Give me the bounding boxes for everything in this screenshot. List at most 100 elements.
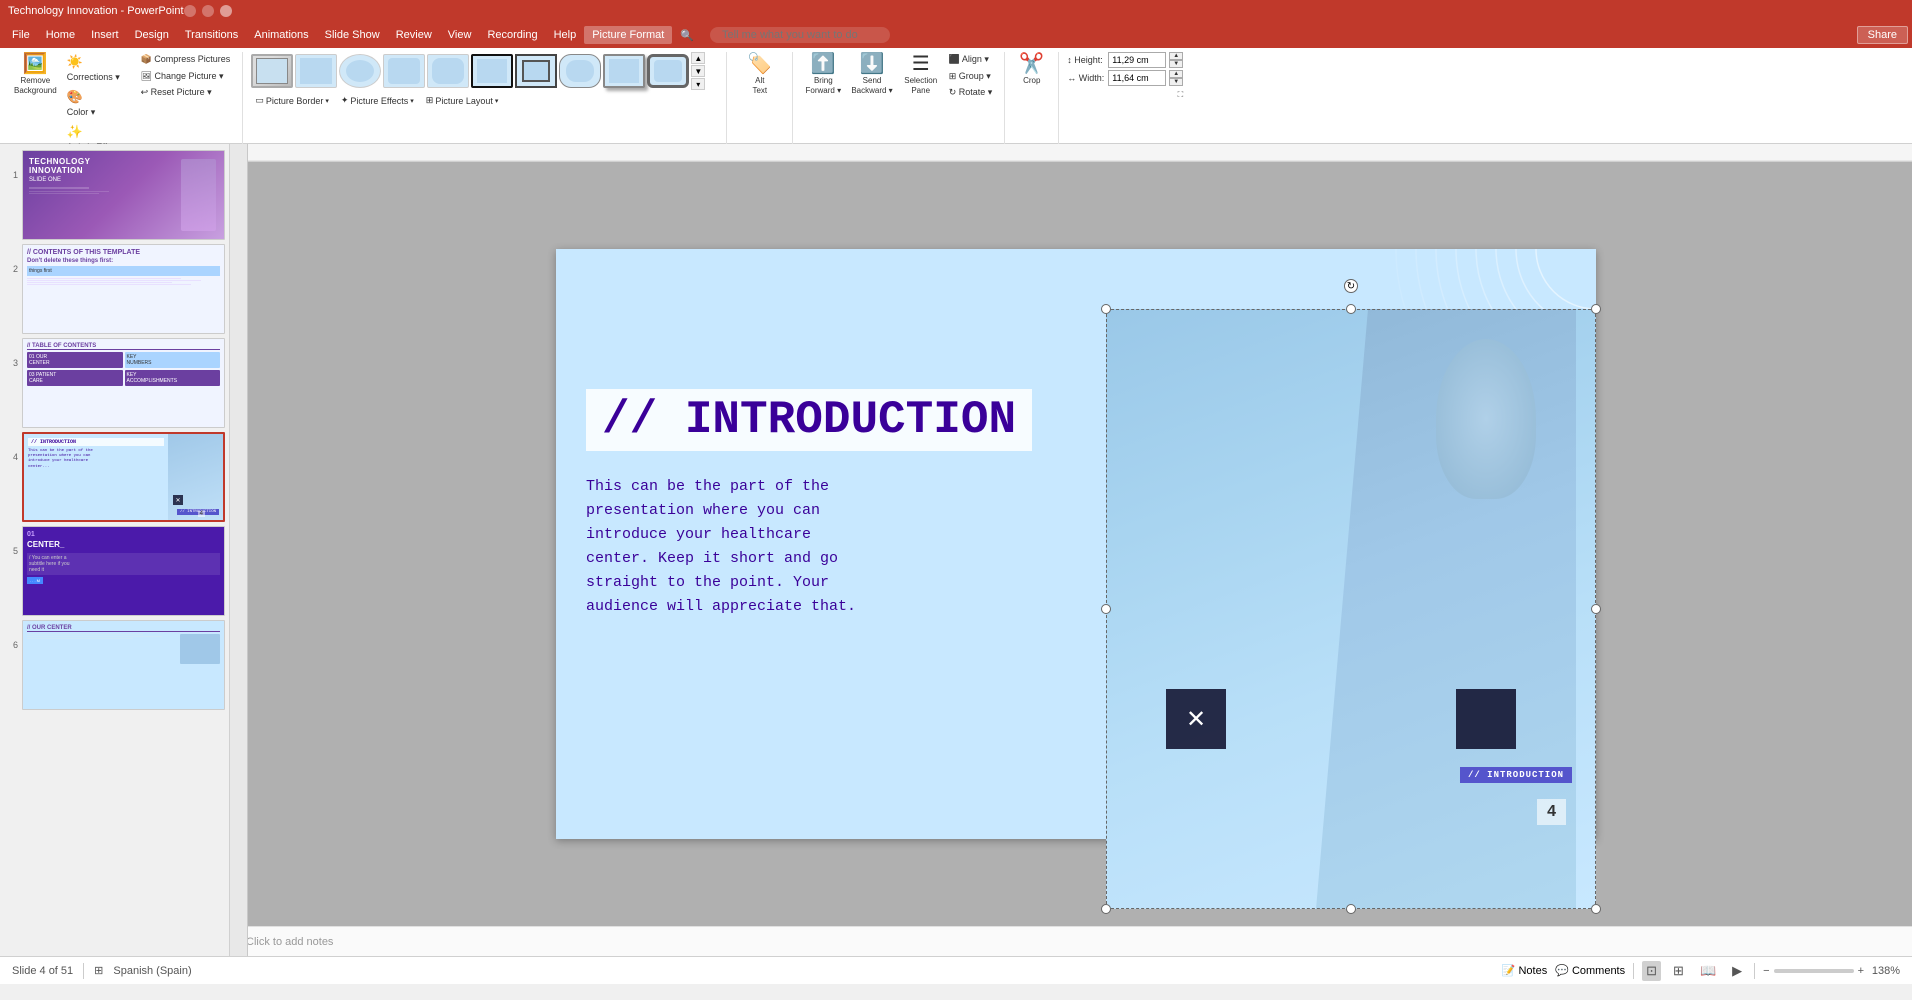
search-input[interactable]: [710, 27, 890, 43]
styles-scroll-down[interactable]: ▼: [691, 65, 705, 77]
selection-border: [1106, 309, 1596, 909]
menu-picture-format[interactable]: Picture Format: [584, 26, 672, 44]
alt-text-button[interactable]: 🏷️ AltText: [742, 52, 778, 97]
picture-border-button[interactable]: ▭ Picture Border ▾: [251, 94, 333, 107]
menu-slideshow[interactable]: Slide Show: [317, 26, 388, 44]
height-up[interactable]: ▲: [1169, 52, 1183, 60]
menu-animations[interactable]: Animations: [246, 26, 316, 44]
change-picture-button[interactable]: 🖼 Change Picture ▾: [137, 69, 235, 84]
reading-view-button[interactable]: 📖: [1696, 961, 1720, 981]
menu-help[interactable]: Help: [546, 26, 585, 44]
crop-button[interactable]: ✂️ Crop: [1014, 52, 1050, 88]
pic-style-1[interactable]: [251, 54, 293, 88]
menu-recording[interactable]: Recording: [479, 26, 545, 44]
app-title: Technology Innovation - PowerPoint: [8, 5, 184, 17]
slide-thumb-container-5[interactable]: 5 01 CENTER_ / You can enter asubtitle h…: [4, 526, 225, 616]
group-button[interactable]: ⊞ Group ▾: [945, 69, 997, 84]
handle-middle-left[interactable]: [1101, 604, 1111, 614]
slide-thumb-container-3[interactable]: 3 // TABLE OF CONTENTS 01 OURCENTER KEYN…: [4, 338, 225, 428]
styles-expand[interactable]: ▾: [691, 78, 705, 90]
rotate-button[interactable]: ↻ Rotate ▾: [945, 85, 997, 100]
menu-bar: File Home Insert Design Transitions Anim…: [0, 22, 1912, 48]
menu-transitions[interactable]: Transitions: [177, 26, 246, 44]
pic-style-4[interactable]: [383, 54, 425, 88]
pic-style-5[interactable]: [427, 54, 469, 88]
picture-layout-button[interactable]: ⊞ Picture Layout ▾: [422, 94, 503, 107]
comments-button[interactable]: 💬 Comments: [1555, 964, 1625, 977]
handle-bottom-left[interactable]: [1101, 904, 1111, 914]
notes-button[interactable]: 📝 Notes: [1502, 964, 1547, 977]
slide-thumb-4[interactable]: // INTRODUCTION This can be the part of …: [22, 432, 225, 522]
menu-view[interactable]: View: [440, 26, 480, 44]
align-button[interactable]: ⬛ Align ▾: [945, 52, 997, 67]
handle-top-right[interactable]: [1591, 304, 1601, 314]
remove-bg-icon: 🖼️: [23, 54, 48, 74]
bring-forward-button[interactable]: ⬆️ BringForward ▾: [801, 52, 845, 97]
slideshow-button[interactable]: ▶: [1728, 961, 1746, 981]
normal-view-button[interactable]: ⊡: [1642, 961, 1661, 981]
handle-top-center[interactable]: [1346, 304, 1356, 314]
slide-thumb-3[interactable]: // TABLE OF CONTENTS 01 OURCENTER KEYNUM…: [22, 338, 225, 428]
width-down[interactable]: ▼: [1169, 78, 1183, 86]
minimize-button[interactable]: [184, 5, 196, 17]
size-expand[interactable]: ⛶: [1178, 90, 1184, 100]
handle-bottom-center[interactable]: [1346, 904, 1356, 914]
picture-effects-button[interactable]: ✦ Picture Effects ▾: [337, 94, 418, 107]
zoom-out-button[interactable]: −: [1763, 965, 1769, 977]
slide-thumb-2[interactable]: // CONTENTS OF THIS TEMPLATE Don't delet…: [22, 244, 225, 334]
pic-style-7[interactable]: [515, 54, 557, 88]
styles-scroll-up[interactable]: ▲: [691, 52, 705, 64]
menu-home[interactable]: Home: [38, 26, 83, 44]
corrections-button[interactable]: ☀️ Corrections ▾: [63, 52, 135, 85]
crop-content: ✂️ Crop: [1014, 52, 1050, 154]
slide-thumb-6[interactable]: // OUR CENTER: [22, 620, 225, 710]
rotate-handle[interactable]: ↻: [1344, 279, 1358, 293]
pic-style-6[interactable]: [471, 54, 513, 88]
zoom-in-button[interactable]: +: [1858, 965, 1864, 977]
slide-thumb-container-4[interactable]: 4 // INTRODUCTION This can be the part o…: [4, 432, 225, 522]
pic-style-8[interactable]: [559, 54, 601, 88]
menu-insert[interactable]: Insert: [83, 26, 127, 44]
reset-picture-button[interactable]: ↩ Reset Picture ▾: [137, 85, 235, 100]
pic-style-10[interactable]: [647, 54, 689, 88]
height-down[interactable]: ▼: [1169, 60, 1183, 68]
width-up[interactable]: ▲: [1169, 70, 1183, 78]
pic-style-9[interactable]: [603, 54, 645, 88]
slide-thumb-container-6[interactable]: 6 // OUR CENTER: [4, 620, 225, 710]
selection-pane-button[interactable]: ☰ SelectionPane: [899, 52, 943, 97]
slide2-content: // CONTENTS OF THIS TEMPLATE Don't delet…: [23, 245, 224, 333]
slide-thumb-container-2[interactable]: 2 // CONTENTS OF THIS TEMPLATE Don't del…: [4, 244, 225, 334]
notes-icon: 📝: [1502, 964, 1516, 977]
handle-middle-right[interactable]: [1591, 604, 1601, 614]
width-input[interactable]: [1108, 70, 1166, 86]
handle-bottom-right[interactable]: [1591, 904, 1601, 914]
menu-review[interactable]: Review: [388, 26, 440, 44]
maximize-button[interactable]: [202, 5, 214, 17]
slide1-title: TECHNOLOGYINNOVATION: [29, 157, 179, 175]
slide4-content: // INTRODUCTION This can be the part of …: [24, 434, 223, 520]
slide-thumb-1[interactable]: TECHNOLOGYINNOVATION SLIDE ONE: [22, 150, 225, 240]
menu-design[interactable]: Design: [127, 26, 177, 44]
remove-background-button[interactable]: 🖼️ RemoveBackground: [10, 52, 61, 97]
close-button[interactable]: [220, 5, 232, 17]
status-right-controls: 📝 Notes 💬 Comments ⊡ ⊞ 📖 ▶ − + 138%: [1502, 961, 1900, 981]
slide3-content: // TABLE OF CONTENTS 01 OURCENTER KEYNUM…: [23, 339, 224, 427]
slide-thumb-5[interactable]: 01 CENTER_ / You can enter asubtitle her…: [22, 526, 225, 616]
compress-pictures-button[interactable]: 📦 Compress Pictures: [137, 52, 235, 67]
handle-top-left[interactable]: [1101, 304, 1111, 314]
alt-text-icon: 🏷️: [747, 54, 772, 74]
pic-style-3[interactable]: [339, 54, 381, 88]
send-backward-button[interactable]: ⬇️ SendBackward ▾: [847, 52, 896, 97]
pic-style-2[interactable]: [295, 54, 337, 88]
slide-intro-section: // INTRODUCTION This can be the part of …: [586, 389, 1106, 619]
share-button[interactable]: Share: [1857, 26, 1908, 44]
slide-thumb-container-1[interactable]: 1 TECHNOLOGYINNOVATION SLIDE ONE: [4, 150, 225, 240]
height-input[interactable]: [1108, 52, 1166, 68]
zoom-slider[interactable]: [1774, 969, 1854, 973]
slide-sorter-button[interactable]: ⊞: [1669, 961, 1688, 981]
notes-area[interactable]: Click to add notes: [230, 926, 1912, 956]
image-selection[interactable]: ↻: [1106, 309, 1596, 909]
color-button[interactable]: 🎨 Color ▾: [63, 87, 135, 120]
menu-file[interactable]: File: [4, 26, 38, 44]
status-bar: Slide 4 of 51 ⊞ Spanish (Spain) 📝 Notes …: [0, 956, 1912, 984]
